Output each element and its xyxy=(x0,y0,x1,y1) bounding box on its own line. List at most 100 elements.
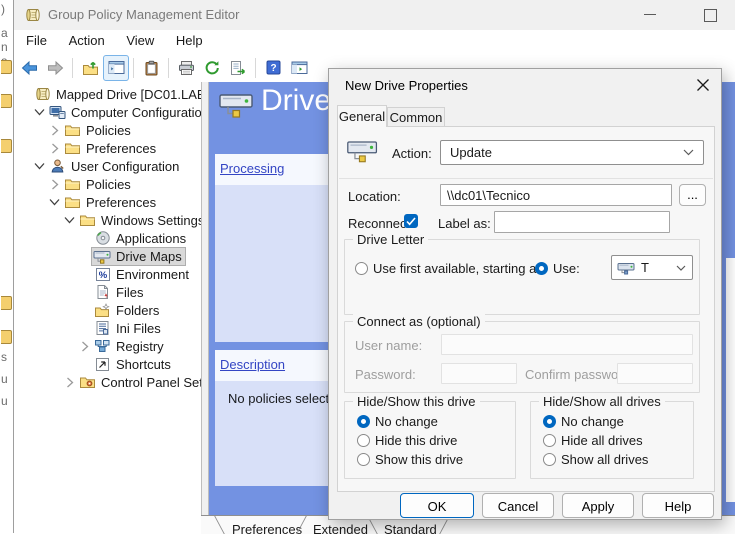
menu-help[interactable]: Help xyxy=(167,30,212,52)
chevron-right-icon[interactable] xyxy=(48,124,61,137)
radio-hide-this-drive[interactable]: Hide this drive xyxy=(357,433,457,448)
menu-bar: File Action View Help xyxy=(14,30,735,54)
new-window-icon[interactable] xyxy=(286,55,312,81)
radio-use-first-available[interactable]: Use first available, starting at: xyxy=(355,261,544,276)
shortcut-icon xyxy=(93,357,112,372)
sidebar-item-registry[interactable]: Registry xyxy=(14,337,201,355)
radio-icon[interactable] xyxy=(535,262,548,275)
sidebar-item-environment[interactable]: %Environment xyxy=(14,265,201,283)
ok-button[interactable]: OK xyxy=(400,493,474,518)
tab-standard[interactable]: Standard xyxy=(384,522,437,534)
chevron-down-icon xyxy=(683,149,694,156)
drive-icon xyxy=(93,248,112,264)
export-list-icon[interactable] xyxy=(225,55,251,81)
sidebar-item-user-configuration[interactable]: User Configuration xyxy=(14,157,201,175)
sidebar-item-files[interactable]: Files xyxy=(14,283,201,301)
hide-show-this-drive-title: Hide/Show this drive xyxy=(353,394,480,409)
sidebar-item-control-panel-setting[interactable]: Control Panel Setting xyxy=(14,373,201,391)
close-icon[interactable] xyxy=(696,78,710,92)
chevron-right-icon[interactable] xyxy=(48,178,61,191)
refresh-icon[interactable] xyxy=(199,55,225,81)
radio-hide-all-drives[interactable]: Hide all drives xyxy=(543,433,643,448)
tab-preferences[interactable]: Preferences xyxy=(232,522,302,534)
description-link[interactable]: Description xyxy=(220,357,285,372)
radio-all-no-change[interactable]: No change xyxy=(543,414,624,429)
tab-extended[interactable]: Extended xyxy=(313,522,368,534)
sidebar-item-preferences[interactable]: Preferences xyxy=(14,139,201,157)
background-text-fragment: a xyxy=(1,26,8,40)
toolbar-separator xyxy=(72,58,73,78)
minimize-icon[interactable] xyxy=(644,14,656,15)
chevron-down-icon[interactable] xyxy=(33,160,46,173)
location-input[interactable] xyxy=(440,184,672,206)
help-icon[interactable]: ? xyxy=(260,55,286,81)
radio-icon[interactable] xyxy=(543,434,556,447)
radio-use[interactable]: Use: xyxy=(535,261,580,276)
cancel-button[interactable]: Cancel xyxy=(482,493,554,518)
radio-icon[interactable] xyxy=(355,262,368,275)
maximize-icon[interactable] xyxy=(704,9,717,22)
chevron-right-icon[interactable] xyxy=(63,376,76,389)
menu-view[interactable]: View xyxy=(117,30,163,52)
sidebar-item-label: Mapped Drive [DC01.LAB.LOCA xyxy=(56,87,201,102)
radio-show-all-drives[interactable]: Show all drives xyxy=(543,452,648,467)
sidebar-item-mapped-drive-dc01-lab-loca[interactable]: Mapped Drive [DC01.LAB.LOCA xyxy=(14,85,201,103)
radio-icon[interactable] xyxy=(357,434,370,447)
background-text-fragment: u xyxy=(1,372,8,386)
chevron-down-icon[interactable] xyxy=(33,106,46,119)
folder-icon xyxy=(1,330,12,344)
sidebar-item-label: Files xyxy=(116,285,143,300)
toolbar-separator xyxy=(168,58,169,78)
sidebar-item-label: Shortcuts xyxy=(116,357,171,372)
cp-folder-icon xyxy=(78,375,97,389)
dialog-tab-general[interactable]: General xyxy=(337,105,387,127)
label-as-input[interactable] xyxy=(494,211,670,233)
chevron-right-icon[interactable] xyxy=(78,340,91,353)
console-tree-icon[interactable] xyxy=(103,55,129,81)
sidebar-item-shortcuts[interactable]: Shortcuts xyxy=(14,355,201,373)
percent-icon: % xyxy=(93,267,112,282)
printer-icon[interactable] xyxy=(173,55,199,81)
sidebar-item-applications[interactable]: Applications xyxy=(14,229,201,247)
radio-icon[interactable] xyxy=(543,453,556,466)
help-button[interactable]: Help xyxy=(642,493,714,518)
processing-link[interactable]: Processing xyxy=(220,161,284,176)
folder-icon xyxy=(63,177,82,191)
disc-icon xyxy=(93,230,112,246)
up-folder-icon[interactable] xyxy=(77,55,103,81)
sidebar-item-preferences[interactable]: Preferences xyxy=(14,193,201,211)
clipboard-icon[interactable] xyxy=(138,55,164,81)
chevron-down-icon xyxy=(676,265,686,271)
sidebar-item-computer-configuration[interactable]: Computer Configuration xyxy=(14,103,201,121)
drive-letter-select[interactable]: T xyxy=(611,255,693,280)
dialog-tab-common[interactable]: Common xyxy=(387,107,445,127)
user-icon xyxy=(48,158,67,174)
radio-icon[interactable] xyxy=(357,453,370,466)
chevron-down-icon[interactable] xyxy=(48,196,61,209)
pane-splitter[interactable] xyxy=(201,82,209,533)
menu-action[interactable]: Action xyxy=(60,30,114,52)
apply-button[interactable]: Apply xyxy=(562,493,634,518)
reconnect-checkbox[interactable] xyxy=(404,214,418,228)
chevron-down-icon[interactable] xyxy=(63,214,76,227)
sidebar-item-drive-maps[interactable]: Drive Maps xyxy=(14,247,201,265)
back-icon[interactable] xyxy=(16,55,42,81)
sidebar-item-policies[interactable]: Policies xyxy=(14,121,201,139)
chevron-right-icon[interactable] xyxy=(48,142,61,155)
background-text-fragment: u xyxy=(1,394,8,408)
radio-show-this-drive[interactable]: Show this drive xyxy=(357,452,463,467)
dialog-title: New Drive Properties xyxy=(345,78,468,93)
sidebar-item-folders[interactable]: Folders xyxy=(14,301,201,319)
action-select[interactable]: Update xyxy=(440,140,704,165)
sidebar-item-policies[interactable]: Policies xyxy=(14,175,201,193)
menu-file[interactable]: File xyxy=(17,30,56,52)
forward-icon[interactable] xyxy=(42,55,68,81)
sidebar-item-windows-settings[interactable]: Windows Settings xyxy=(14,211,201,229)
browse-button[interactable]: ... xyxy=(679,184,706,206)
console-tree: Mapped Drive [DC01.LAB.LOCAComputer Conf… xyxy=(14,82,201,533)
radio-icon[interactable] xyxy=(357,415,370,428)
background-window-sliver: )anasuu xyxy=(0,0,13,533)
radio-this-no-change[interactable]: No change xyxy=(357,414,438,429)
sidebar-item-ini-files[interactable]: Ini Files xyxy=(14,319,201,337)
radio-icon[interactable] xyxy=(543,415,556,428)
